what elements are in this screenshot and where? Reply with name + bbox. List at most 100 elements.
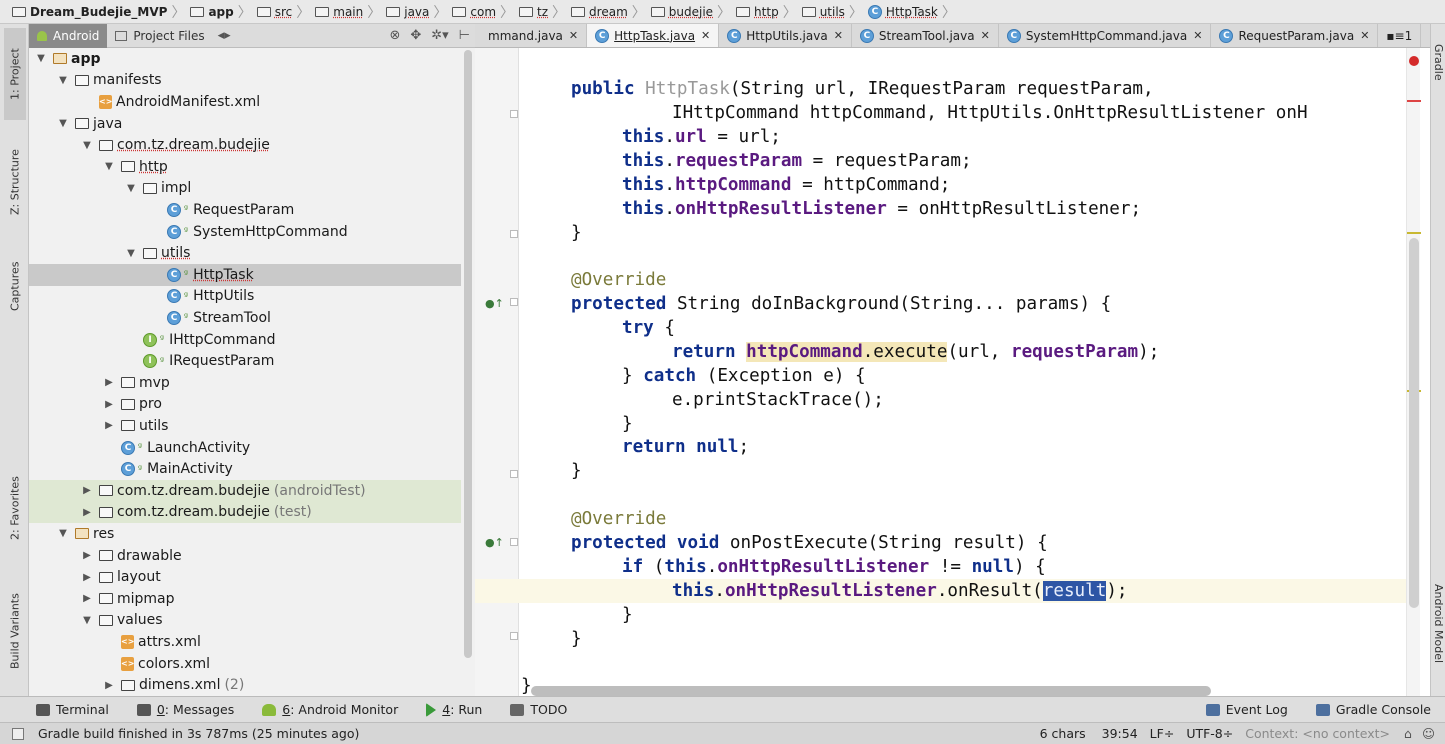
terminal-button[interactable]: Terminal xyxy=(36,702,109,717)
sync-icon[interactable]: ⊗ xyxy=(389,28,400,43)
tree-item[interactable]: <> colors.xml xyxy=(29,653,461,675)
tree-item[interactable]: ▶ com.tz.dream.budejie (test) xyxy=(29,501,461,524)
project-files-tab[interactable]: Project Files xyxy=(107,24,212,48)
editor-tab[interactable]: C HttpUtils.java ✕ xyxy=(719,24,852,47)
collapse-arrow-icon[interactable]: ▶ xyxy=(103,680,115,691)
editor-tab[interactable]: C RequestParam.java ✕ xyxy=(1211,24,1379,47)
gear-icon[interactable]: ✲▾ xyxy=(431,28,448,43)
tree-item[interactable]: ▶ mvp xyxy=(29,372,461,394)
tree-item[interactable]: ▼ http xyxy=(29,156,461,178)
tool-tab-project[interactable]: 1: Project xyxy=(4,28,26,120)
android-monitor-button[interactable]: 6: Android Monitor xyxy=(262,702,398,717)
tree-item[interactable]: Cᵍ SystemHttpCommand xyxy=(29,221,461,243)
breadcrumb-item[interactable]: C HttpTask 〉 xyxy=(866,2,959,22)
tree-item[interactable]: Cᵍ RequestParam xyxy=(29,199,461,221)
close-icon[interactable]: ✕ xyxy=(701,29,710,42)
hide-panel-icon[interactable]: ⊢ xyxy=(459,28,470,43)
editor-tab[interactable]: C StreamTool.java ✕ xyxy=(852,24,999,47)
tool-tab-gradle[interactable]: Gradle xyxy=(1432,44,1445,81)
tree-item[interactable]: ▼ utils xyxy=(29,242,461,264)
tree-item[interactable]: ▶ mipmap xyxy=(29,588,461,610)
collapse-arrow-icon[interactable]: ▶ xyxy=(81,550,93,561)
tree-item[interactable]: ▶ dimens.xml (2) xyxy=(29,674,461,696)
tabs-overflow-button[interactable]: ▪≡1 xyxy=(1378,24,1422,47)
tree-item[interactable]: ▶ drawable xyxy=(29,545,461,567)
breadcrumb-item[interactable]: dream 〉 xyxy=(569,2,649,22)
tree-item[interactable]: ▼ java xyxy=(29,113,461,135)
close-icon[interactable]: ✕ xyxy=(834,29,843,42)
close-icon[interactable]: ✕ xyxy=(981,29,990,42)
tree-item[interactable]: <> AndroidManifest.xml xyxy=(29,91,461,113)
collapse-arrow-icon[interactable]: ▶ xyxy=(81,572,93,583)
editor-tab[interactable]: C HttpTask.java ✕ xyxy=(587,24,720,47)
tree-item[interactable]: ▼ values xyxy=(29,610,461,632)
collapse-arrow-icon[interactable]: ▶ xyxy=(103,377,115,388)
tree-item[interactable]: ▶ layout xyxy=(29,566,461,588)
editor-tab[interactable]: mmand.java ✕ xyxy=(475,24,588,47)
run-button[interactable]: 4: Run xyxy=(426,702,482,717)
editor-horizontal-scrollbar[interactable] xyxy=(531,686,1211,696)
close-icon[interactable]: ✕ xyxy=(1360,29,1369,42)
tree-item[interactable]: ▼ manifests xyxy=(29,70,461,92)
breadcrumb-item[interactable]: tz 〉 xyxy=(517,2,569,22)
tool-tab-android-model[interactable]: Android Model xyxy=(1432,584,1445,663)
line-separator[interactable]: LF÷ xyxy=(1150,726,1175,741)
expand-arrow-icon[interactable]: ▼ xyxy=(81,615,93,626)
status-panel-icon[interactable] xyxy=(12,727,24,740)
tree-item[interactable]: Cᵍ HttpTask xyxy=(29,264,461,286)
tree-item[interactable]: <> attrs.xml xyxy=(29,631,461,653)
expand-arrow-icon[interactable]: ▼ xyxy=(57,75,69,86)
expand-arrow-icon[interactable]: ▼ xyxy=(35,53,47,64)
tree-item[interactable]: Cᵍ StreamTool xyxy=(29,307,461,329)
collapse-arrow-icon[interactable]: ▶ xyxy=(81,593,93,604)
tree-item[interactable]: ▶ pro xyxy=(29,394,461,416)
tree-item[interactable]: ▶ com.tz.dream.budejie (androidTest) xyxy=(29,480,461,502)
tree-item[interactable]: Cᵍ MainActivity xyxy=(29,458,461,480)
error-indicator-icon[interactable] xyxy=(1409,56,1419,66)
breadcrumb-item[interactable]: utils 〉 xyxy=(800,2,866,22)
tree-item[interactable]: ▼ app xyxy=(29,48,461,70)
close-icon[interactable]: ✕ xyxy=(1193,29,1202,42)
expand-arrow-icon[interactable]: ▼ xyxy=(125,183,137,194)
breadcrumb-item[interactable]: http 〉 xyxy=(734,2,800,22)
lock-icon[interactable]: ⌂ xyxy=(1404,726,1412,741)
collapse-arrow-icon[interactable]: ▶ xyxy=(103,399,115,410)
tree-item[interactable]: ▼ com.tz.dream.budejie xyxy=(29,134,461,156)
expand-arrow-icon[interactable]: ▼ xyxy=(125,248,137,259)
expand-arrow-icon[interactable]: ▼ xyxy=(103,161,115,172)
collapse-arrow-icon[interactable]: ▶ xyxy=(81,485,93,496)
breadcrumb-item[interactable]: java 〉 xyxy=(384,2,450,22)
messages-button[interactable]: 0: Messages xyxy=(136,702,234,717)
breadcrumb-item[interactable]: src 〉 xyxy=(255,2,314,22)
editor-scrollbar[interactable] xyxy=(1406,48,1421,696)
tool-tab-structure[interactable]: Z: Structure xyxy=(4,132,26,232)
android-view-tab[interactable]: Android xyxy=(29,23,108,48)
tree-item[interactable]: ▼ impl xyxy=(29,178,461,200)
tree-item[interactable]: Cᵍ LaunchActivity xyxy=(29,437,461,459)
breadcrumb-item[interactable]: budejie 〉 xyxy=(649,2,734,22)
todo-button[interactable]: TODO xyxy=(510,702,567,717)
tool-tab-captures[interactable]: Captures xyxy=(4,246,26,326)
expand-arrow-icon[interactable]: ▼ xyxy=(57,528,69,539)
view-switch-icon[interactable]: ◂▸ xyxy=(218,28,231,43)
error-stripe-mark[interactable] xyxy=(1407,100,1421,102)
tree-scrollbar-thumb[interactable] xyxy=(464,50,472,658)
tool-tab-build-variants[interactable]: Build Variants xyxy=(4,576,26,686)
gradle-console-button[interactable]: Gradle Console xyxy=(1315,702,1431,717)
context-value[interactable]: <no context> xyxy=(1302,726,1390,741)
code-editor[interactable]: ●↑ ●↑ public HttpTask(String url, IReque… xyxy=(475,48,1430,696)
tree-item[interactable]: Iᵍ IHttpCommand xyxy=(29,329,461,351)
code-area[interactable]: public HttpTask(String url, IRequestPara… xyxy=(475,48,1430,696)
inspector-icon[interactable]: ☺ xyxy=(1422,726,1435,741)
close-icon[interactable]: ✕ xyxy=(569,29,578,42)
tree-scrollbar[interactable] xyxy=(463,48,473,660)
expand-arrow-icon[interactable]: ▼ xyxy=(81,140,93,151)
breadcrumb-item[interactable]: app 〉 xyxy=(188,2,254,22)
collapse-icon[interactable]: ✥ xyxy=(410,28,421,43)
editor-tab[interactable]: C SystemHttpCommand.java ✕ xyxy=(999,24,1212,47)
event-log-button[interactable]: Event Log xyxy=(1205,702,1288,717)
file-encoding[interactable]: UTF-8÷ xyxy=(1186,726,1233,741)
collapse-arrow-icon[interactable]: ▶ xyxy=(81,507,93,518)
collapse-arrow-icon[interactable]: ▶ xyxy=(103,420,115,431)
tool-tab-favorites[interactable]: 2: Favorites xyxy=(4,460,26,556)
